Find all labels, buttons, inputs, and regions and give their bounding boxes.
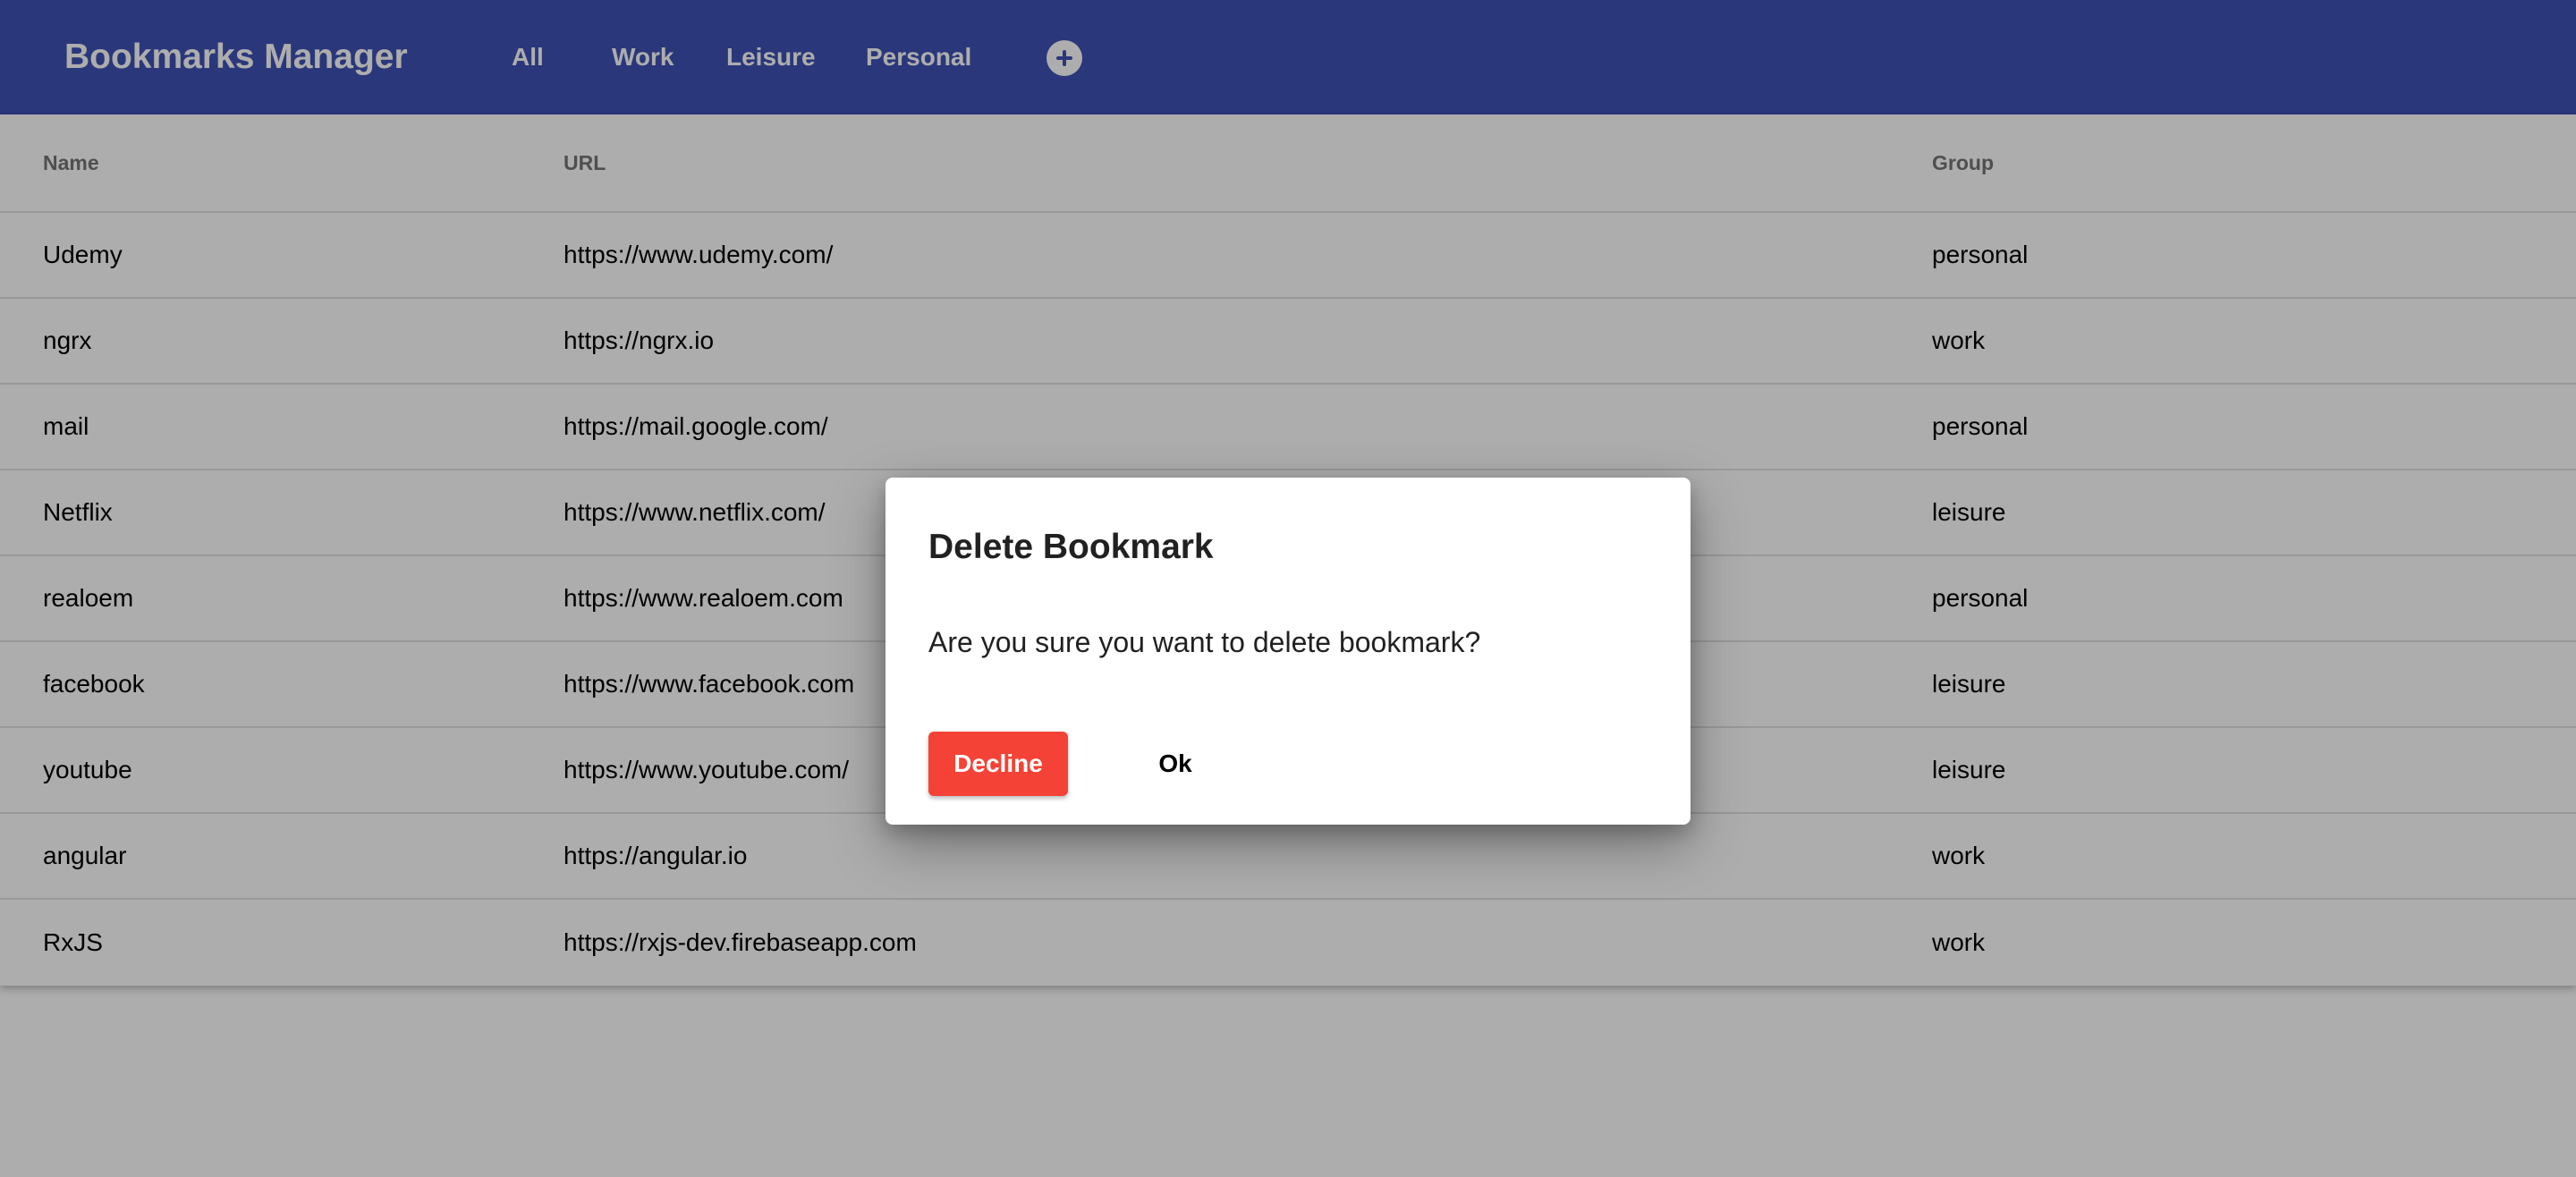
app-root: Bookmarks Manager All Work Leisure Perso… xyxy=(0,0,2576,1177)
decline-button[interactable]: Decline xyxy=(928,732,1068,796)
dialog-message: Are you sure you want to delete bookmark… xyxy=(928,626,1481,658)
delete-bookmark-dialog: Delete Bookmark Are you sure you want to… xyxy=(886,478,1690,825)
dialog-title: Delete Bookmark xyxy=(928,528,1214,566)
ok-button[interactable]: Ok xyxy=(1118,732,1233,796)
